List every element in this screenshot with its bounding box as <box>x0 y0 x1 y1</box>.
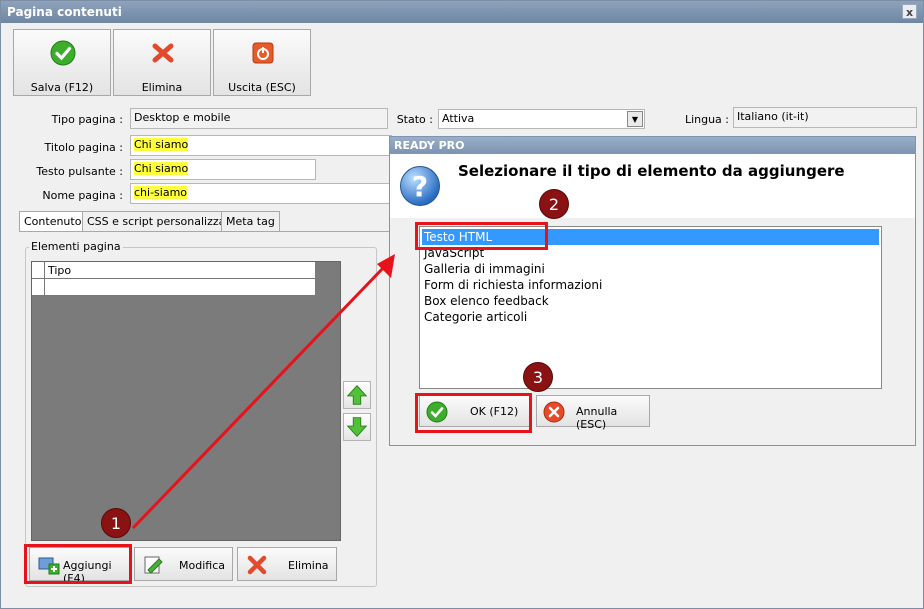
annotation-arrow <box>131 254 395 530</box>
step-badge-3: 3 <box>523 362 553 392</box>
step-badge-1: 1 <box>101 508 131 538</box>
step-badge-2: 2 <box>539 189 569 219</box>
